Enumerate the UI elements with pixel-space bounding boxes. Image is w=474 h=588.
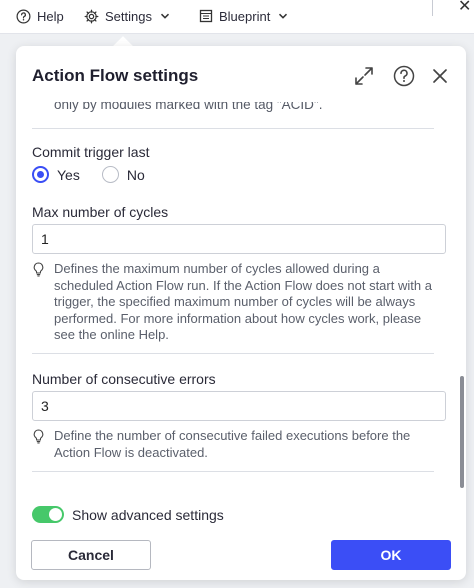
- commit-trigger-radio-group: Yes No: [32, 166, 167, 183]
- help-icon[interactable]: [392, 64, 416, 88]
- toolbar-divider: [432, 0, 433, 16]
- section-divider: [32, 353, 434, 354]
- advanced-settings-row: Show advanced settings: [32, 506, 224, 523]
- advanced-settings-toggle[interactable]: [32, 506, 64, 523]
- consecutive-errors-input[interactable]: [32, 391, 446, 421]
- commit-trigger-label: Commit trigger last: [32, 144, 150, 160]
- section-divider: [32, 128, 434, 129]
- advanced-settings-label[interactable]: Show advanced settings: [72, 507, 224, 523]
- max-cycles-hint: Defines the maximum number of cycles all…: [32, 261, 442, 344]
- ok-button[interactable]: OK: [331, 540, 451, 570]
- chevron-down-icon: [160, 13, 170, 19]
- dialog-header: Action Flow settings: [16, 46, 466, 102]
- help-label: Help: [37, 8, 64, 24]
- consecutive-errors-hint: Define the number of consecutive failed …: [32, 428, 442, 461]
- help-menu[interactable]: Help: [16, 0, 64, 32]
- close-icon[interactable]: ✕: [458, 0, 471, 16]
- dialog-title: Action Flow settings: [32, 66, 199, 85]
- cancel-button[interactable]: Cancel: [31, 540, 151, 570]
- scrollbar-thumb[interactable]: [460, 376, 464, 488]
- consecutive-errors-label: Number of consecutive errors: [32, 371, 216, 387]
- radio-yes[interactable]: [32, 166, 49, 183]
- max-cycles-hint-text: Defines the maximum number of cycles all…: [54, 261, 432, 342]
- top-toolbar: Help Settings Blueprint ✕: [0, 0, 474, 34]
- close-icon[interactable]: [428, 64, 452, 88]
- radio-yes-label[interactable]: Yes: [57, 167, 80, 183]
- acid-description-text: only by modules marked with the tag "ACI…: [54, 102, 323, 112]
- blueprint-menu[interactable]: Blueprint: [199, 0, 288, 32]
- max-cycles-input[interactable]: [32, 224, 446, 254]
- settings-label: Settings: [105, 8, 152, 24]
- radio-no-label[interactable]: No: [127, 167, 145, 183]
- dialog-body[interactable]: only by modules marked with the tag "ACI…: [16, 102, 466, 492]
- help-circle-icon: [16, 9, 31, 23]
- section-divider: [32, 471, 434, 472]
- expand-icon[interactable]: [352, 64, 376, 88]
- max-cycles-label: Max number of cycles: [32, 204, 169, 220]
- blueprint-icon: [199, 9, 213, 23]
- radio-no[interactable]: [101, 166, 119, 183]
- blueprint-label: Blueprint: [219, 8, 271, 24]
- lightbulb-icon: [32, 428, 54, 461]
- action-flow-settings-dialog: Action Flow settings only by modules mar…: [16, 46, 466, 580]
- consecutive-errors-hint-text: Define the number of consecutive failed …: [54, 428, 411, 460]
- settings-menu[interactable]: Settings: [84, 0, 170, 32]
- gear-icon: [84, 9, 99, 23]
- lightbulb-icon: [32, 261, 54, 344]
- chevron-down-icon: [279, 13, 288, 19]
